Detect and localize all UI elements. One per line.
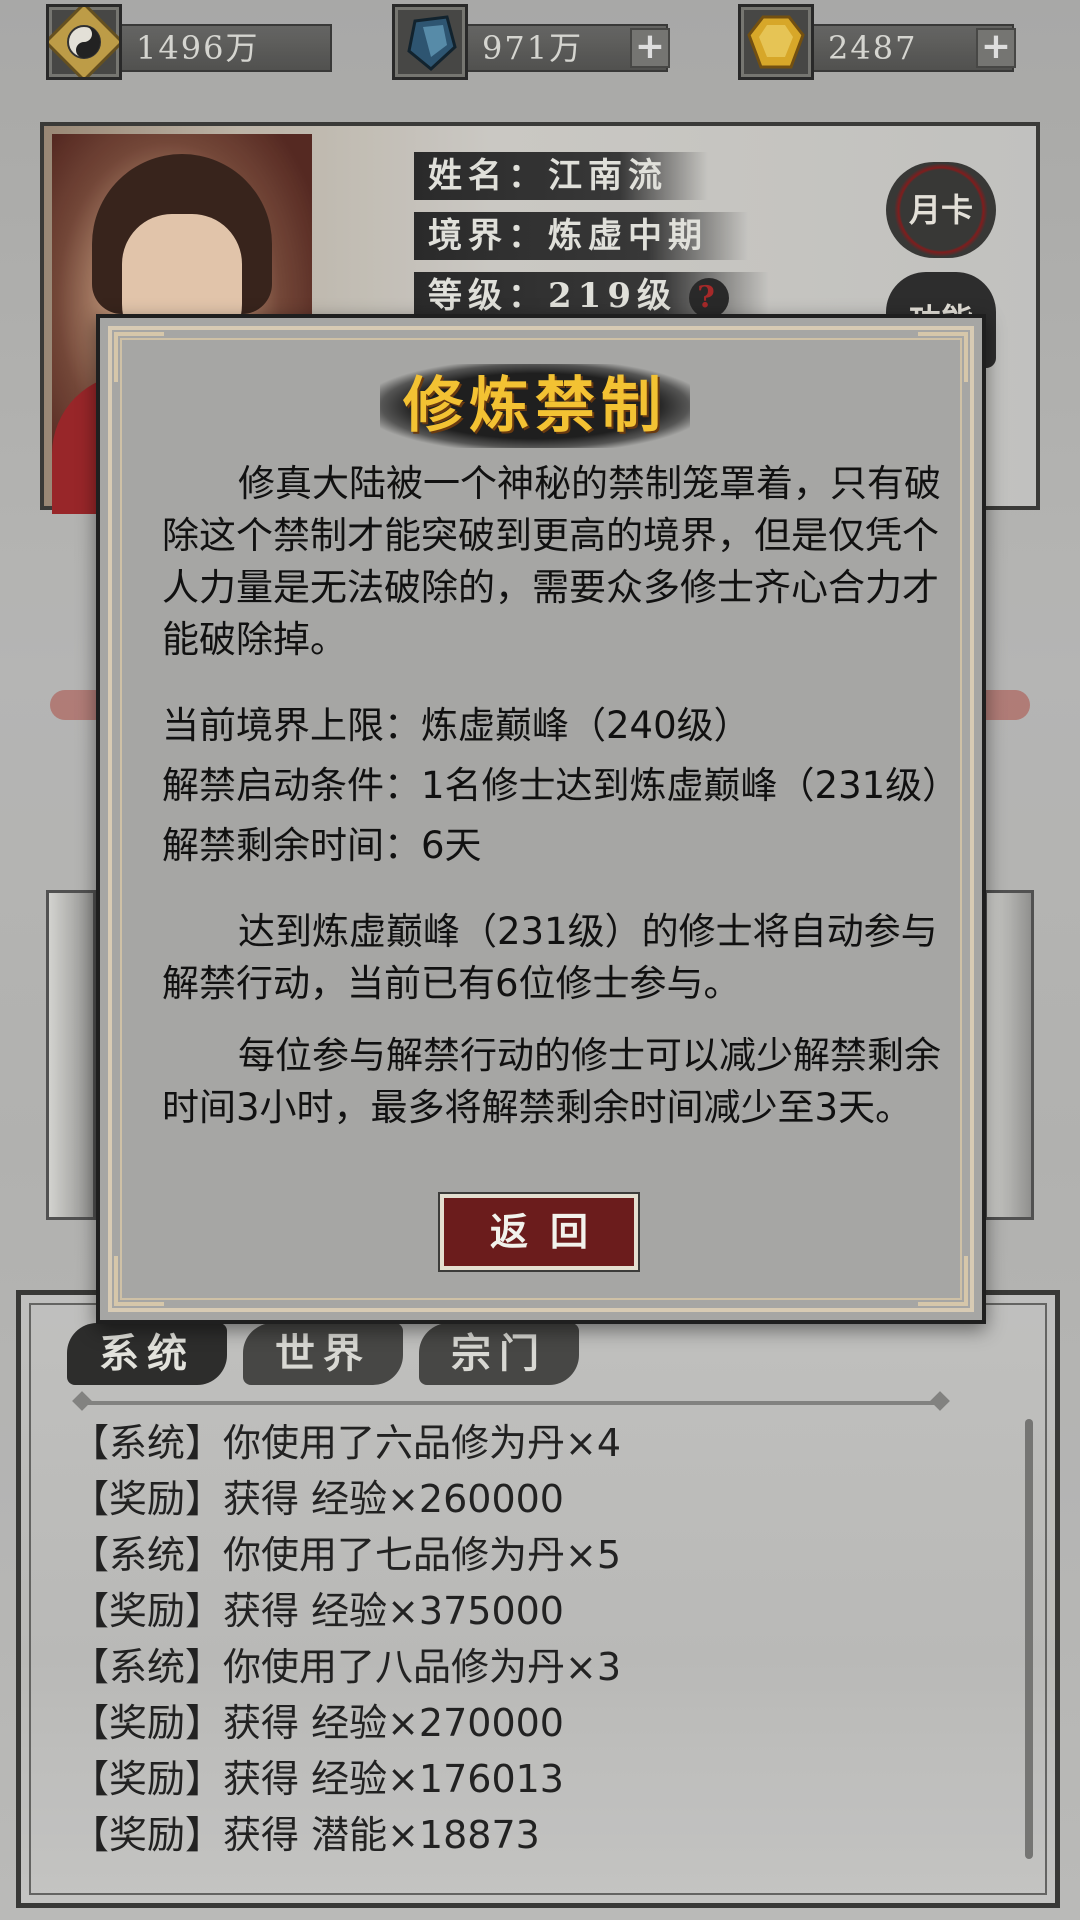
back-button[interactable]: 返回	[438, 1192, 640, 1272]
dialog-reduction: 每位参与解禁行动的修士可以减少解禁剩余时间3小时，最多将解禁剩余时间减少至3天。	[162, 1034, 941, 1129]
stat-start-condition: 解禁启动条件：1名修士达到炼虚巅峰（231级）	[162, 764, 960, 807]
corner-ornament	[918, 1256, 968, 1306]
dialog-stats: 当前境界上限：炼虚巅峰（240级） 解禁启动条件：1名修士达到炼虚巅峰（231级…	[162, 696, 962, 876]
dialog-title-banner: 修炼禁制	[380, 364, 690, 448]
dialog-participation: 达到炼虚巅峰（231级）的修士将自动参与解禁行动，当前已有6位修士参与。	[162, 910, 938, 1005]
corner-ornament	[114, 332, 164, 382]
back-button-label: 返回	[444, 1198, 634, 1266]
corner-ornament	[114, 1256, 164, 1306]
corner-ornament	[918, 332, 968, 382]
stat-remaining-time: 解禁剩余时间：6天	[162, 824, 482, 867]
dialog-intro: 修真大陆被一个神秘的禁制笼罩着，只有破除这个禁制才能突破到更高的境界，但是仅凭个…	[162, 462, 941, 661]
seal-cultivation-dialog: 修炼禁制 修真大陆被一个神秘的禁制笼罩着，只有破除这个禁制才能突破到更高的境界，…	[96, 314, 986, 1324]
stat-realm-cap: 当前境界上限：炼虚巅峰（240级）	[162, 704, 751, 747]
dialog-title: 修炼禁制	[403, 371, 667, 441]
